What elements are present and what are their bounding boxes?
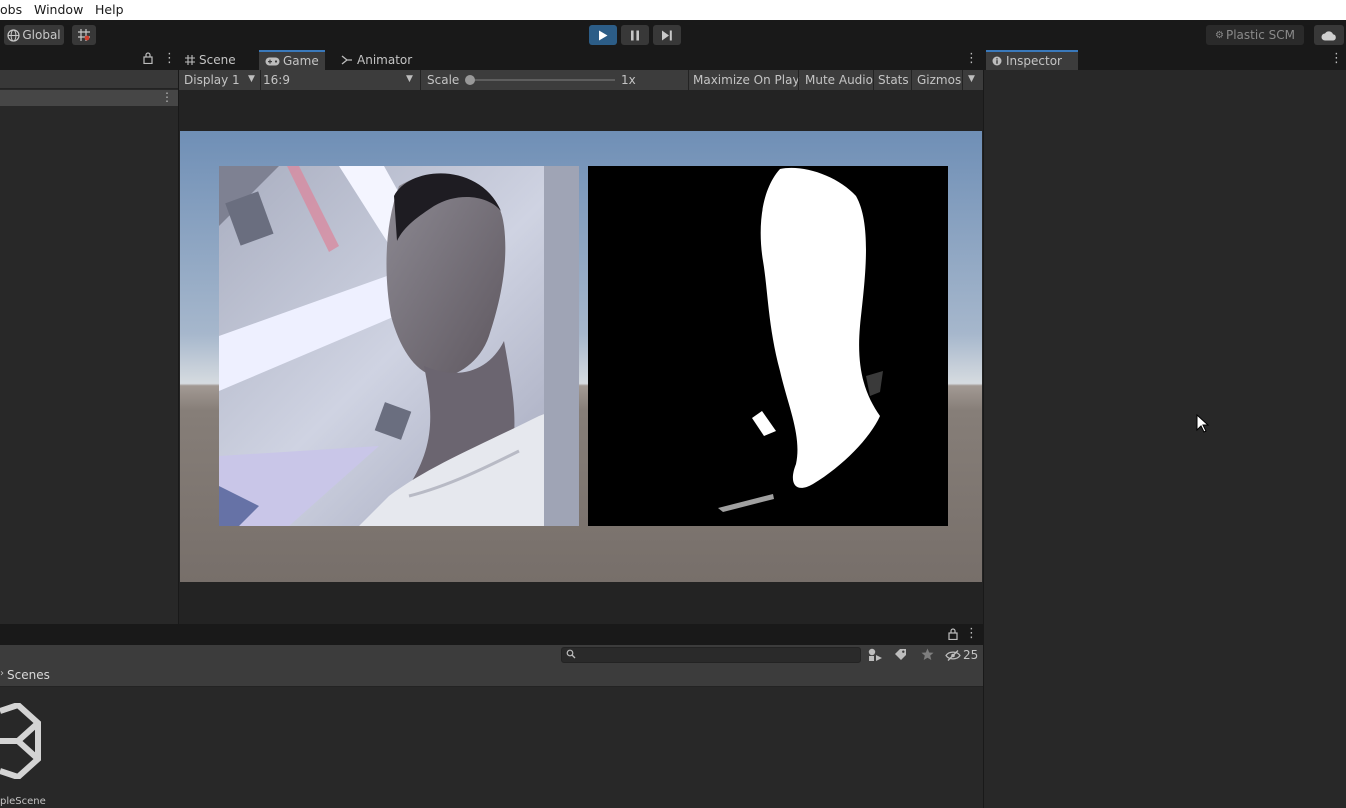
- divider: [688, 70, 689, 90]
- scale-label: Scale: [427, 73, 460, 87]
- grid-snap-button[interactable]: [72, 25, 96, 45]
- inspector-panel: Inspector ⋮: [984, 50, 1346, 808]
- unity-scene-icon: [0, 703, 44, 779]
- maximize-on-play-toggle[interactable]: Maximize On Play: [693, 70, 800, 90]
- tab-game[interactable]: Game: [259, 50, 325, 70]
- mute-audio-toggle[interactable]: Mute Audio: [805, 70, 873, 90]
- gizmos-chevron-down-icon[interactable]: ▼: [968, 74, 975, 84]
- aspect-dropdown[interactable]: 16:9 ▼: [263, 70, 419, 90]
- scene-grid-icon: [185, 55, 195, 65]
- filter-by-type-icon[interactable]: [868, 648, 883, 662]
- mouse-cursor-icon: [1196, 414, 1210, 434]
- plastic-scm-label: Plastic SCM: [1225, 28, 1295, 42]
- menu-item-help[interactable]: Help: [95, 2, 124, 17]
- aspect-dropdown-value: 16:9: [263, 73, 290, 87]
- tab-inspector-label: Inspector: [1006, 54, 1062, 68]
- search-icon: [566, 649, 576, 659]
- tab-scene[interactable]: Scene: [185, 50, 259, 70]
- pause-button[interactable]: [621, 25, 649, 45]
- project-panel-menu-icon[interactable]: ⋮: [965, 626, 978, 641]
- divider: [873, 70, 874, 90]
- chevron-down-icon: ▼: [248, 74, 255, 84]
- divider: [420, 70, 421, 90]
- hierarchy-panel: ⋮ ⋮: [0, 50, 178, 624]
- project-tab-bar: ⋮: [0, 625, 983, 645]
- tab-scene-label: Scene: [199, 53, 236, 67]
- globe-icon: [7, 28, 20, 42]
- tab-animator-label: Animator: [357, 53, 413, 67]
- scale-slider-track[interactable]: [467, 79, 615, 81]
- cloud-icon: [1321, 30, 1337, 41]
- game-panel: Scene Game Animator ⋮ Display 1 ▼ 16:9 ▼…: [179, 50, 983, 624]
- lock-icon[interactable]: [948, 628, 958, 640]
- game-view[interactable]: [179, 90, 983, 624]
- scene-row-menu-icon[interactable]: ⋮: [161, 90, 173, 104]
- play-icon: [598, 30, 608, 41]
- gamepad-icon: [265, 57, 280, 66]
- divider: [798, 70, 799, 90]
- display-dropdown-value: Display 1: [184, 73, 240, 87]
- scale-value: 1x: [621, 73, 636, 87]
- scale-slider-handle[interactable]: [465, 75, 475, 85]
- global-toggle-button[interactable]: Global: [4, 25, 64, 45]
- filter-by-label-icon[interactable]: [894, 648, 907, 661]
- pause-icon: [630, 30, 640, 41]
- breadcrumb-scenes[interactable]: Scenes: [7, 668, 50, 682]
- game-tab-bar: Scene Game Animator ⋮: [179, 50, 983, 70]
- chevron-down-icon: ▼: [406, 74, 413, 84]
- cloud-button[interactable]: [1314, 25, 1344, 45]
- tab-inspector[interactable]: Inspector: [986, 50, 1078, 70]
- hierarchy-tab-bar: ⋮: [0, 50, 178, 70]
- hierarchy-scene-row[interactable]: ⋮: [0, 90, 178, 106]
- info-icon: [992, 56, 1002, 66]
- plastic-scm-icon: ⚙: [1215, 29, 1224, 41]
- game-control-bar: Display 1 ▼ 16:9 ▼ Scale 1x Maximize On …: [179, 70, 983, 90]
- tab-animator[interactable]: Animator: [341, 50, 421, 70]
- grid-snap-icon: [77, 28, 91, 42]
- segmentation-mask-image: [588, 166, 948, 526]
- step-button[interactable]: [653, 25, 681, 45]
- game-panel-menu-icon[interactable]: ⋮: [965, 51, 978, 66]
- project-search-input[interactable]: [561, 647, 861, 663]
- hidden-packages-count: 25: [963, 648, 979, 662]
- eye-slash-icon: [945, 649, 961, 661]
- breadcrumb-separator-icon: ›: [0, 668, 4, 679]
- project-panel: ⋮ 25 › Scenes pleScene: [0, 625, 983, 808]
- inspector-menu-icon[interactable]: ⋮: [1330, 51, 1343, 66]
- game-render-frame: [180, 131, 982, 582]
- tab-game-label: Game: [283, 54, 319, 68]
- lock-icon[interactable]: [143, 52, 153, 64]
- project-toolbar: 25: [0, 645, 983, 665]
- project-breadcrumb: › Scenes: [0, 665, 983, 687]
- menu-item-jobs[interactable]: obs: [0, 2, 22, 17]
- main-toolbar: Global ⚙ Plastic SCM: [0, 20, 1346, 50]
- animator-icon: [341, 55, 353, 65]
- scene-asset-name: pleScene: [0, 796, 46, 807]
- stats-toggle[interactable]: Stats: [878, 70, 909, 90]
- scene-asset-item[interactable]: pleScene: [0, 703, 60, 807]
- play-button[interactable]: [589, 25, 617, 45]
- hidden-packages-toggle[interactable]: 25: [945, 645, 978, 665]
- plastic-scm-button[interactable]: ⚙ Plastic SCM: [1206, 25, 1304, 45]
- step-icon: [661, 30, 673, 41]
- hierarchy-search-bar[interactable]: [0, 70, 178, 89]
- menu-item-window[interactable]: Window: [34, 2, 83, 17]
- divider: [911, 70, 912, 90]
- global-label: Global: [22, 28, 61, 42]
- webcam-image: [219, 166, 579, 526]
- display-dropdown[interactable]: Display 1 ▼: [184, 70, 260, 90]
- gizmos-toggle[interactable]: Gizmos: [917, 70, 961, 90]
- inspector-tab-bar: Inspector ⋮: [984, 50, 1346, 70]
- panel-menu-icon[interactable]: ⋮: [163, 51, 176, 66]
- divider: [260, 70, 261, 90]
- divider: [962, 70, 963, 90]
- menu-bar: obs Window Help: [0, 0, 1346, 20]
- favorite-star-icon[interactable]: [921, 648, 934, 661]
